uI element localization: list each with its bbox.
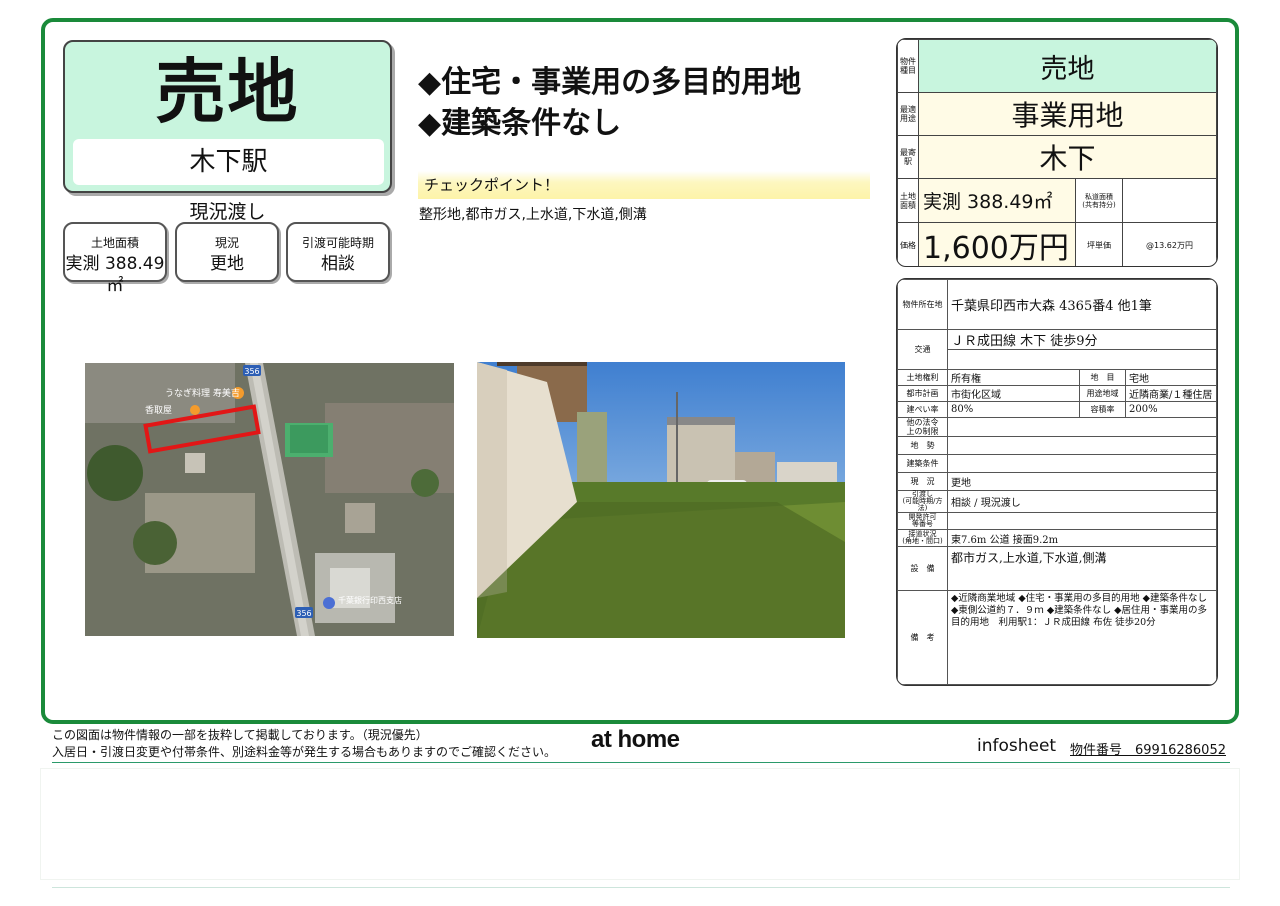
footer-divider xyxy=(52,762,1230,763)
footer-note-2: 入居日・引渡日変更や付帯条件、別途料金等が発生する場合もありますのでご確認くださ… xyxy=(52,745,557,759)
land-rights-value: 所有権 xyxy=(947,369,1080,386)
summary-use: 事業用地 xyxy=(918,92,1217,136)
facilities-label: 設 備 xyxy=(897,546,948,591)
permit-value xyxy=(947,512,1217,530)
land-category-label: 地 目 xyxy=(1079,369,1126,386)
floor-ratio-value: 200% xyxy=(1125,401,1217,418)
summary-area: 実測 388.49㎡ xyxy=(918,178,1076,223)
footer-notes: この図面は物件情報の一部を抜粋して掲載しております。（現況優先） 入居日・引渡日… xyxy=(52,727,556,761)
terrain-value xyxy=(947,436,1217,455)
tsubo-price: @13.62万円 xyxy=(1122,222,1217,266)
station-label: 最寄駅 xyxy=(897,135,919,179)
floor-ratio-label: 容積率 xyxy=(1079,401,1126,418)
terrain-label: 地 勢 xyxy=(897,436,948,455)
site-photo xyxy=(477,362,845,638)
current-state-label: 現 況 xyxy=(897,472,948,491)
use-label: 最適用途 xyxy=(897,92,919,136)
bottom-divider xyxy=(52,887,1230,888)
coverage-value: 80% xyxy=(947,401,1080,418)
nearest-station: 木下駅 xyxy=(73,139,384,185)
athome-logo: at home xyxy=(591,726,680,753)
notes-label: 備 考 xyxy=(897,590,948,685)
route-label: 356 xyxy=(296,609,311,618)
summary-price: 1,600万円 xyxy=(918,222,1076,266)
card-label: 引渡可能時期 xyxy=(301,236,374,250)
city-planning-value: 市街化区域 xyxy=(947,385,1080,402)
headline: ◆住宅・事業用の多目的用地 ◆建築条件なし xyxy=(418,62,801,144)
location-map: 356 356 うなぎ料理 寿美吉 香取屋 千葉銀行印西支店 xyxy=(85,363,454,636)
location-label: 物件所在地 xyxy=(897,279,948,330)
law-restriction-value xyxy=(947,417,1217,437)
footer-note-1: この図面は物件情報の一部を抜粋して掲載しております。（現況優先） xyxy=(52,728,428,742)
price-label: 価格 xyxy=(897,222,919,266)
card-label: 現況 xyxy=(214,236,239,250)
card-value: 相談 xyxy=(321,254,355,274)
notes-value: ◆近隣商業地域 ◆住宅・事業用の多目的用地 ◆建築条件なし ◆東側公道約７．９ｍ… xyxy=(947,590,1217,685)
traffic-extra xyxy=(947,349,1217,370)
land-category-value: 宅地 xyxy=(1125,369,1217,386)
handover-label: 引渡し (可能時期/方法) xyxy=(897,490,948,513)
type-label: 物件種目 xyxy=(897,39,919,93)
route-label: 356 xyxy=(244,367,259,376)
map-shop-label: うなぎ料理 寿美吉 xyxy=(165,387,240,399)
current-state-value: 更地 xyxy=(947,472,1217,491)
summary-station: 木下 xyxy=(918,135,1217,179)
law-restriction-label: 他の法令 上の制限 xyxy=(897,417,948,437)
road-access-label: 接道状況 (角地・間口) xyxy=(897,529,948,547)
property-type-title: 売地 xyxy=(155,51,300,133)
checkpoint-title: チェックポイント！ xyxy=(418,171,870,199)
infosheet-brand: infosheet xyxy=(977,736,1057,756)
private-road-value xyxy=(1122,178,1217,223)
current-state-card: 現況 更地 xyxy=(175,222,279,282)
traffic-label: 交通 xyxy=(897,329,948,370)
building-condition-value xyxy=(947,454,1217,473)
summary-table: 物件種目 売地 最適用途 事業用地 最寄駅 木下 土地面積 実測 388.49㎡… xyxy=(896,38,1218,267)
handover-status: 現況渡し xyxy=(189,201,266,223)
traffic-value: ＪＲ成田線 木下 徒歩9分 xyxy=(947,329,1217,350)
handover-value: 相談 / 現況渡し xyxy=(947,490,1217,513)
area-label: 土地面積 xyxy=(897,178,919,223)
property-type-hero: 売地 木下駅 xyxy=(63,40,392,193)
headline-line-2: ◆建築条件なし xyxy=(418,107,622,140)
location-value: 千葉県印西市大森 4365番4 他1筆 xyxy=(947,279,1217,330)
land-area-card: 土地面積 実測 388.49㎡ xyxy=(63,222,167,296)
zoning-value: 近隣商業/１種住居 xyxy=(1125,385,1217,402)
blank-area xyxy=(40,768,1240,880)
card-value: 更地 xyxy=(210,254,244,274)
land-rights-label: 土地権利 xyxy=(897,369,948,386)
headline-line-1: ◆住宅・事業用の多目的用地 xyxy=(418,66,802,99)
checkpoint-text: 整形地,都市ガス,上水道,下水道,側溝 xyxy=(419,207,647,223)
card-label: 土地面積 xyxy=(90,236,139,250)
private-road-label: 私道面積 (共有持分) xyxy=(1075,178,1123,223)
details-table: 物件所在地 千葉県印西市大森 4365番4 他1筆 交通 ＪＲ成田線 木下 徒歩… xyxy=(896,278,1218,686)
tsubo-label: 坪単価 xyxy=(1075,222,1123,266)
map-place-label: 香取屋 xyxy=(145,405,172,416)
facilities-value: 都市ガス,上水道,下水道,側溝 xyxy=(947,546,1217,591)
property-number: 物件番号 69916286052 xyxy=(1070,743,1226,758)
handover-timing-card: 引渡可能時期 相談 xyxy=(286,222,390,282)
road-access-value: 東7.6m 公道 接面9.2m xyxy=(947,529,1217,547)
map-building-label: 千葉銀行印西支店 xyxy=(338,595,402,605)
building-condition-label: 建築条件 xyxy=(897,454,948,473)
city-planning-label: 都市計画 xyxy=(897,385,948,402)
permit-label: 開発許可 等番号 xyxy=(897,512,948,530)
summary-type: 売地 xyxy=(918,39,1217,93)
card-value: 実測 388.49㎡ xyxy=(65,254,165,296)
zoning-label: 用途地域 xyxy=(1079,385,1126,402)
coverage-label: 建ぺい率 xyxy=(897,401,948,418)
